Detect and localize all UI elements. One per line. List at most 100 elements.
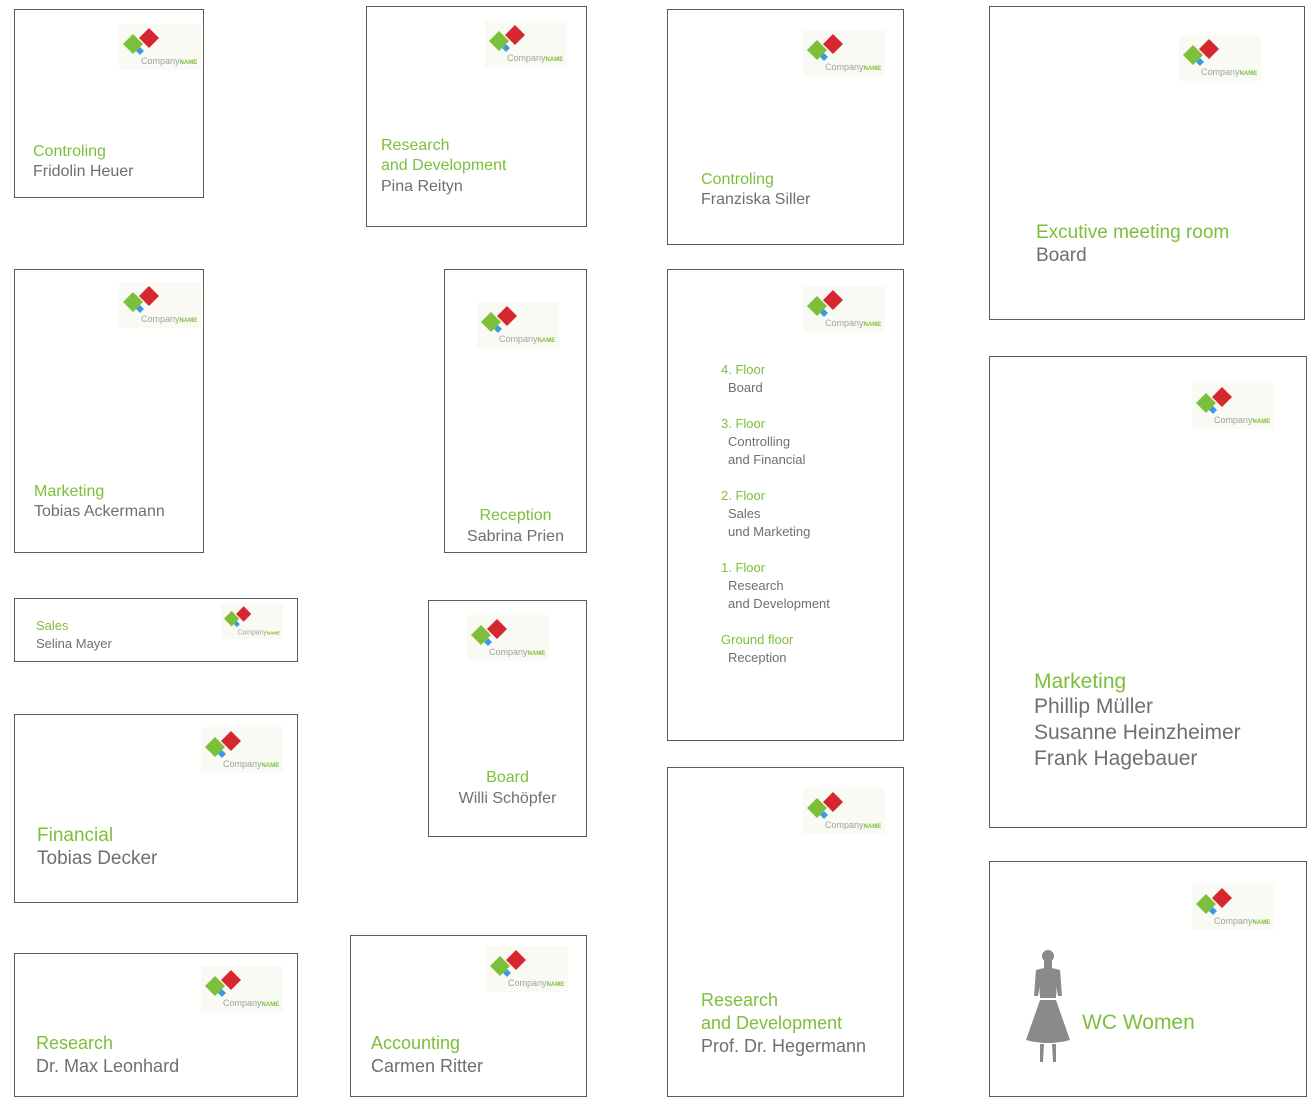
company-logo-mark: CompanyNAME xyxy=(1196,387,1270,425)
svg-text:CompanyNAME: CompanyNAME xyxy=(238,629,280,636)
floor-department: und Marketing xyxy=(728,524,811,539)
sign-financial: CompanyNAME Financial Tobias Decker xyxy=(14,714,298,903)
svg-text:CompanyNAME: CompanyNAME xyxy=(1201,67,1257,77)
floor-label: 2. Floor xyxy=(721,488,766,503)
floor-department: Reception xyxy=(728,650,787,665)
department-label: Controling xyxy=(33,143,106,160)
svg-text:CompanyNAME: CompanyNAME xyxy=(489,647,545,657)
directory-item-floor4: 4. Floor Board xyxy=(721,361,765,397)
floor-department: Sales xyxy=(728,506,761,521)
company-logo-mark: CompanyNAME xyxy=(481,306,555,344)
department-label: Reception xyxy=(479,507,552,524)
company-logo: CompanyNAME xyxy=(201,727,283,773)
company-logo: CompanyNAME xyxy=(467,615,549,661)
company-logo-mark: CompanyNAME xyxy=(205,731,279,769)
svg-text:CompanyNAME: CompanyNAME xyxy=(141,314,197,324)
company-logo: CompanyNAME xyxy=(477,302,559,348)
company-logo-mark: CompanyNAME xyxy=(224,606,280,636)
floor-department: and Development xyxy=(728,596,830,611)
company-logo-mark: CompanyNAME xyxy=(489,25,563,63)
company-logo: CompanyNAME xyxy=(485,21,567,67)
svg-text:CompanyNAME: CompanyNAME xyxy=(141,56,197,66)
sign-controling-siller: CompanyNAME Controling Franziska Siller xyxy=(667,9,904,245)
department-label: Financial xyxy=(37,825,114,846)
department-label: Marketing xyxy=(34,483,105,500)
person-name: Board xyxy=(1036,245,1087,266)
company-logo: CompanyNAME xyxy=(119,282,201,328)
department-label: Sales xyxy=(36,618,69,633)
floor-label: 1. Floor xyxy=(721,560,766,575)
svg-text:CompanyNAME: CompanyNAME xyxy=(223,998,279,1008)
sign-board: CompanyNAME Board Willi Schöpfer xyxy=(428,600,587,837)
floor-department: Board xyxy=(728,380,763,395)
sign-rnd-reityn: CompanyNAME Research and Development Pin… xyxy=(366,6,587,227)
svg-text:CompanyNAME: CompanyNAME xyxy=(825,318,881,328)
company-logo-mark: CompanyNAME xyxy=(807,792,881,830)
person-name: Prof. Dr. Hegermann xyxy=(701,1036,867,1056)
department-label: Marketing xyxy=(1034,670,1127,693)
directory-item-ground: Ground floor Reception xyxy=(721,631,793,667)
person-name: Willi Schöpfer xyxy=(458,790,557,807)
company-logo: CompanyNAME xyxy=(1179,35,1261,81)
sign-rnd-hegermann: CompanyNAME Research and Development Pro… xyxy=(667,767,904,1097)
department-label: Research xyxy=(381,137,450,154)
person-name: Tobias Decker xyxy=(37,848,158,869)
company-logo-mark: CompanyNAME xyxy=(1196,888,1270,926)
company-logo-mark: CompanyNAME xyxy=(123,286,197,324)
company-logo: CompanyNAME xyxy=(201,966,283,1012)
floor-department: and Financial xyxy=(728,452,806,467)
sign-controling-heuer: CompanyNAME Controling Fridolin Heuer xyxy=(14,9,204,198)
svg-text:CompanyNAME: CompanyNAME xyxy=(499,334,555,344)
department-label: and Development xyxy=(381,157,507,174)
sign-accounting: CompanyNAME Accounting Carmen Ritter xyxy=(350,935,587,1097)
company-logo: CompanyNAME xyxy=(803,286,885,332)
directory-item-floor3: 3. Floor Controlling and Financial xyxy=(721,415,805,469)
department-label: Board xyxy=(486,769,529,786)
floor-label: 4. Floor xyxy=(721,362,766,377)
svg-text:CompanyNAME: CompanyNAME xyxy=(1214,415,1270,425)
directory-item-floor2: 2. Floor Sales und Marketing xyxy=(721,487,810,541)
directory-item-floor1: 1. Floor Research and Development xyxy=(721,559,830,613)
floor-label: 3. Floor xyxy=(721,416,766,431)
svg-text:CompanyNAME: CompanyNAME xyxy=(507,53,563,63)
person-name: Fridolin Heuer xyxy=(33,163,134,180)
department-label: Controling xyxy=(701,171,774,188)
svg-text:CompanyNAME: CompanyNAME xyxy=(223,759,279,769)
person-name: Carmen Ritter xyxy=(371,1056,484,1076)
company-logo-mark: CompanyNAME xyxy=(1183,39,1257,77)
company-logo: CompanyNAME xyxy=(803,30,885,76)
company-logo-mark: CompanyNAME xyxy=(490,950,564,988)
person-name: Tobias Ackermann xyxy=(34,503,165,520)
company-logo-mark: CompanyNAME xyxy=(807,290,881,328)
person-name: Franziska Siller xyxy=(701,191,811,208)
person-name: Frank Hagebauer xyxy=(1034,747,1198,770)
company-logo-mark: CompanyNAME xyxy=(471,619,545,657)
floor-department: Research xyxy=(728,578,784,593)
sign-research: CompanyNAME Research Dr. Max Leonhard xyxy=(14,953,298,1097)
department-label: Excutive meeting room xyxy=(1036,222,1230,243)
department-label: Research xyxy=(701,990,779,1010)
sign-marketing-group: CompanyNAME Marketing Phillip Müller Sus… xyxy=(989,356,1307,828)
person-name: Phillip Müller xyxy=(1034,695,1154,718)
company-logo: CompanyNAME xyxy=(1192,884,1274,930)
svg-text:CompanyNAME: CompanyNAME xyxy=(825,820,881,830)
floor-label: Ground floor xyxy=(721,632,794,647)
room-label: WC Women xyxy=(1082,1011,1195,1034)
floor-department: Controlling xyxy=(728,434,791,449)
woman-icon xyxy=(1026,950,1070,1062)
company-logo: CompanyNAME xyxy=(221,603,283,639)
svg-text:CompanyNAME: CompanyNAME xyxy=(1214,916,1270,926)
department-label: Research xyxy=(36,1033,114,1053)
sign-wc-women: CompanyNAME WC Women xyxy=(989,861,1307,1097)
svg-text:CompanyNAME: CompanyNAME xyxy=(825,62,881,72)
person-name: Susanne Heinzheimer xyxy=(1034,721,1241,744)
person-name: Dr. Max Leonhard xyxy=(36,1056,180,1076)
company-logo-mark: CompanyNAME xyxy=(205,970,279,1008)
person-name: Selina Mayer xyxy=(36,636,112,651)
department-label: and Development xyxy=(701,1013,843,1033)
company-logo-mark: CompanyNAME xyxy=(123,28,197,66)
sign-floor-directory: CompanyNAME 4. Floor Board 3. Floor Cont… xyxy=(667,269,904,741)
svg-text:CompanyNAME: CompanyNAME xyxy=(508,978,564,988)
sign-sales: CompanyNAME Sales Selina Mayer xyxy=(14,598,298,662)
person-name: Sabrina Prien xyxy=(467,528,564,545)
